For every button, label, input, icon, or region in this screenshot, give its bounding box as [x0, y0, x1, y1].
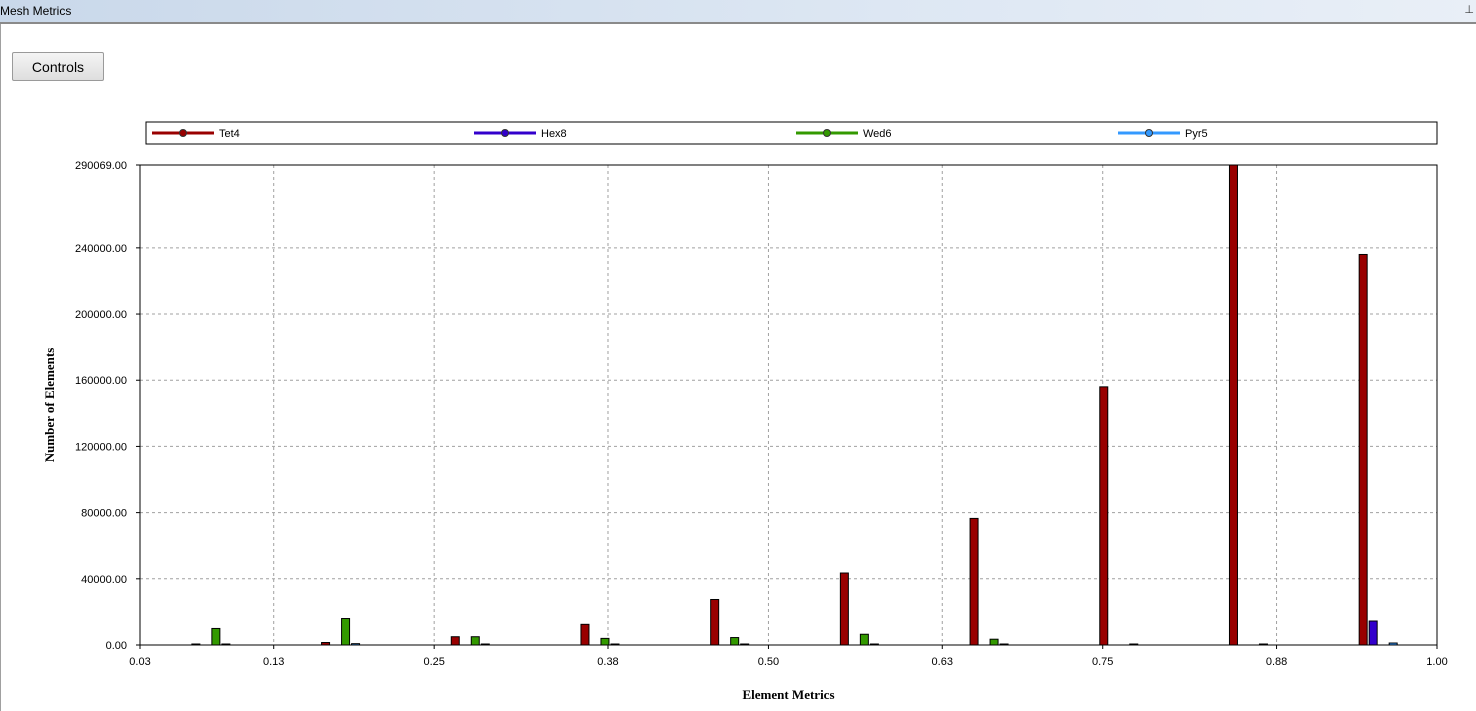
legend-label-tet4: Tet4 — [219, 128, 240, 140]
legend-marker-hex8 — [501, 129, 509, 137]
bar-tet4-6 — [969, 517, 979, 646]
bar-tet4-2 — [450, 636, 460, 646]
x-tick-label: 0.75 — [1092, 656, 1113, 668]
bar-tet4-5 — [839, 572, 849, 646]
bar-wed6-6 — [989, 638, 999, 646]
mesh-metrics-chart: Tet4 Hex8 Wed6 Pyr5 0.03 0.13 0.25 0.38 0.50 0.6… — [42, 121, 1448, 702]
x-tick-label: 0.03 — [129, 656, 150, 668]
y-tick-label: 290069.00 — [75, 160, 127, 172]
legend-label-pyr5: Pyr5 — [1185, 128, 1208, 140]
x-tick-label: 0.25 — [423, 656, 444, 668]
bar-wed6-3 — [600, 637, 610, 646]
y-tick-label: 240000.00 — [75, 243, 127, 255]
bar-wed6-5 — [859, 633, 869, 646]
bar-tet4-9 — [1358, 253, 1368, 646]
legend-marker-tet4 — [179, 129, 187, 137]
x-tick-label: 0.50 — [758, 656, 779, 668]
legend-box — [145, 121, 1438, 145]
y-tick-label: 160000.00 — [75, 375, 127, 387]
bar-wed6-0 — [211, 627, 221, 646]
bar-wed6-4 — [730, 637, 740, 646]
legend-label-hex8: Hex8 — [541, 128, 567, 140]
bar-tet4-3 — [580, 623, 590, 646]
bar-tet4-7 — [1099, 386, 1109, 646]
x-axis-label: Element Metrics — [742, 687, 834, 702]
legend-marker-wed6 — [823, 129, 831, 137]
y-axis-label: Number of Elements — [42, 348, 57, 463]
y-tick-label: 120000.00 — [75, 441, 127, 453]
y-tick-label: 80000.00 — [81, 508, 127, 520]
bar-hex8-9 — [1368, 620, 1378, 646]
x-tick-label: 0.38 — [597, 656, 618, 668]
bar-tet4-8 — [1228, 164, 1238, 646]
plot-frame — [139, 164, 1438, 646]
x-tick-label: 1.00 — [1426, 656, 1447, 668]
y-tick-label: 40000.00 — [81, 574, 127, 586]
x-tick-label: 0.88 — [1266, 656, 1287, 668]
bar-wed6-1 — [341, 618, 351, 646]
bar-wed6-2 — [470, 636, 480, 646]
y-tick-label: 0.00 — [106, 640, 127, 652]
bar-tet4-4 — [710, 598, 720, 646]
x-tick-label: 0.63 — [932, 656, 953, 668]
y-tick-label: 200000.00 — [75, 309, 127, 321]
x-tick-label: 0.13 — [263, 656, 284, 668]
legend-marker-pyr5 — [1145, 129, 1153, 137]
legend-label-wed6: Wed6 — [863, 128, 892, 140]
